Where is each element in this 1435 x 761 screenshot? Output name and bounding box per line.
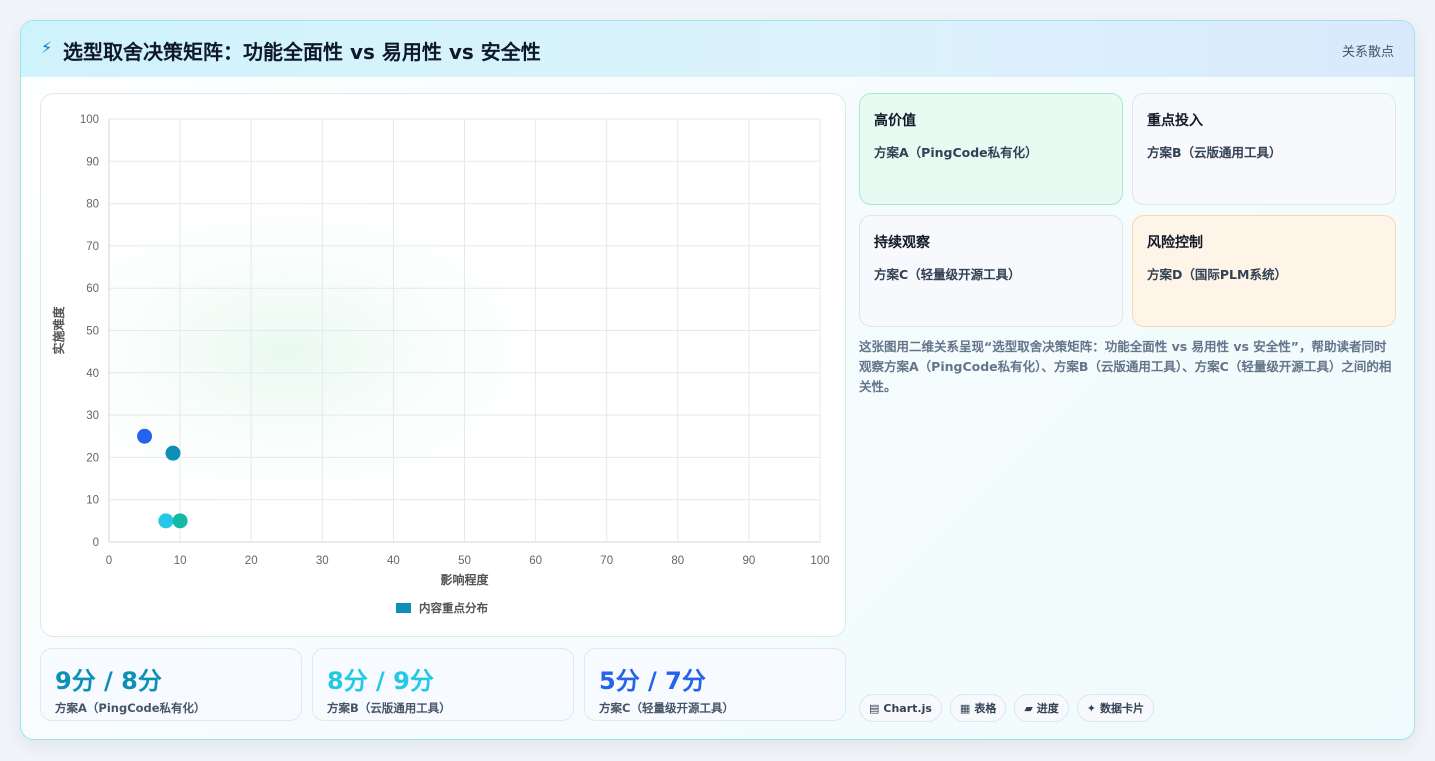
y-tick-label: 0 — [93, 537, 99, 549]
quadrant-title: 高价值 — [874, 113, 916, 129]
x-tick-label: 80 — [671, 555, 684, 567]
quadrant-key-investment: 重点投入 方案B（云版通用工具） — [1132, 93, 1396, 205]
pill-chartjs[interactable]: ▤ Chart.js — [859, 694, 942, 722]
y-tick-label: 80 — [86, 199, 99, 211]
quadrant-item: 方案A（PingCode私有化） — [874, 145, 1038, 160]
stat-label: 方案C（轻量级开源工具） — [599, 701, 734, 715]
x-tick-label: 90 — [743, 555, 756, 567]
chart-description: 这张图用二维关系呈现“选型取舍决策矩阵：功能全面性 vs 易用性 vs 安全性”… — [859, 339, 1392, 394]
stat-value: 5分 / 7分 — [599, 667, 706, 695]
quadrant-high-value: 高价值 方案A（PingCode私有化） — [859, 93, 1123, 205]
pill-label: 进度 — [1036, 702, 1059, 715]
y-tick-label: 70 — [86, 241, 99, 253]
x-axis-title: 影响程度 — [440, 572, 489, 587]
y-tick-label: 10 — [86, 495, 99, 507]
progress-icon: ▰ — [1024, 701, 1033, 715]
pill-label: 数据卡片 — [1100, 702, 1145, 715]
stat-card-b: 8分 / 9分 方案B（云版通用工具） — [312, 648, 574, 721]
stat-card-a: 9分 / 8分 方案A（PingCode私有化） — [40, 648, 302, 721]
legend-swatch — [396, 603, 411, 613]
pill-label: 表格 — [974, 702, 997, 715]
x-tick-label: 70 — [600, 555, 613, 567]
x-tick-label: 100 — [810, 555, 829, 567]
stat-value: 8分 / 9分 — [327, 667, 434, 695]
quadrant-item: 方案B（云版通用工具） — [1147, 145, 1282, 160]
quadrant-risk-control: 风险控制 方案D（国际PLM系统） — [1132, 215, 1396, 327]
x-tick-label: 30 — [316, 555, 329, 567]
scatter-chart-panel: 0 10 20 30 40 50 60 70 80 90 100 0 10 20 30 40 50 60 70 80 9… — [40, 93, 846, 637]
stat-label: 方案A（PingCode私有化） — [55, 701, 206, 715]
x-tick-label: 20 — [245, 555, 258, 567]
y-tick-label: 100 — [80, 114, 99, 126]
stat-label: 方案B（云版通用工具） — [327, 701, 451, 715]
stat-card-c: 5分 / 7分 方案C（轻量级开源工具） — [584, 648, 846, 721]
scatter-point — [172, 513, 188, 529]
bolt-icon: ⚡ — [41, 38, 53, 57]
y-tick-label: 40 — [86, 368, 99, 380]
pill-label: Chart.js — [883, 701, 932, 715]
card-header: ⚡ 选型取舍决策矩阵：功能全面性 vs 易用性 vs 安全性 关系散点 — [21, 21, 1414, 77]
pill-table[interactable]: ▦ 表格 — [949, 694, 1007, 722]
x-tick-label: 50 — [458, 555, 471, 567]
x-tick-label: 60 — [529, 555, 542, 567]
scatter-chart: 0 10 20 30 40 50 60 70 80 90 100 0 10 20 30 40 50 60 70 80 9… — [51, 114, 830, 615]
quadrant-title: 风险控制 — [1147, 235, 1203, 251]
quadrant-title: 重点投入 — [1147, 113, 1203, 129]
y-axis-title: 实施难度 — [51, 306, 66, 355]
x-tick-label: 0 — [106, 555, 112, 567]
x-tick-label: 40 — [387, 555, 400, 567]
chart-type-tag: 关系散点 — [1341, 45, 1394, 60]
pill-progress[interactable]: ▰ 进度 — [1014, 694, 1069, 722]
quadrant-item: 方案D（国际PLM系统） — [1147, 267, 1287, 282]
table-icon: ▦ — [959, 701, 971, 715]
quadrant-title: 持续观察 — [874, 235, 930, 251]
legend-label: 内容重点分布 — [419, 601, 488, 615]
y-tick-label: 30 — [86, 410, 99, 422]
page-title: 选型取舍决策矩阵：功能全面性 vs 易用性 vs 安全性 — [63, 40, 541, 64]
pill-data-card[interactable]: ✦ 数据卡片 — [1076, 694, 1155, 722]
main-card: ⚡ 选型取舍决策矩阵：功能全面性 vs 易用性 vs 安全性 关系散点 0 10 2… — [20, 20, 1415, 740]
chart-icon: ▤ — [869, 701, 880, 715]
x-tick-label: 10 — [174, 555, 187, 567]
quadrant-watch: 持续观察 方案C（轻量级开源工具） — [859, 215, 1123, 327]
y-tick-label: 60 — [86, 283, 99, 295]
quadrant-item: 方案C（轻量级开源工具） — [874, 267, 1021, 282]
y-tick-label: 90 — [86, 156, 99, 168]
y-tick-label: 50 — [86, 326, 99, 338]
stat-value: 9分 / 8分 — [55, 667, 162, 695]
tech-tags: ▤ Chart.js ▦ 表格 ▰ 进度 ✦ 数据卡片 — [859, 694, 1155, 722]
scatter-point — [137, 428, 153, 444]
sparkle-icon: ✦ — [1086, 701, 1097, 715]
scatter-point — [165, 445, 181, 461]
scatter-point — [158, 513, 174, 529]
y-tick-label: 20 — [86, 452, 99, 464]
